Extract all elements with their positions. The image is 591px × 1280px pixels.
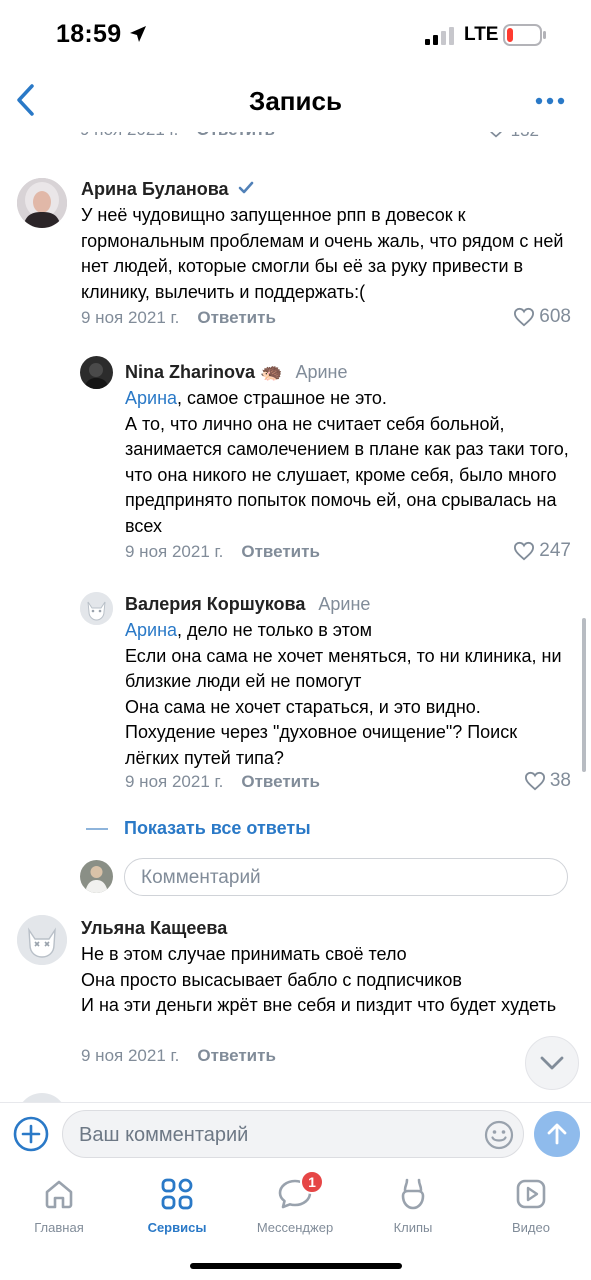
comment-text: Арина, самое страшное не это. А то, что … [125, 386, 575, 539]
tab-label: Клипы [393, 1220, 433, 1235]
comment-author[interactable]: Арина Буланова [81, 179, 254, 200]
tab-home[interactable]: Главная [0, 1172, 118, 1235]
reply-link[interactable]: Ответить [197, 1046, 276, 1065]
home-indicator [190, 1263, 402, 1269]
comment-input[interactable]: Ваш комментарий [62, 1110, 524, 1158]
comment-item: Арина Буланова У неё чудовищно запущенно… [0, 170, 591, 340]
tab-services[interactable]: Сервисы [118, 1172, 236, 1235]
unread-badge: 1 [300, 1170, 324, 1194]
comment-author[interactable]: Ульяна Кащеева [81, 918, 227, 939]
like-count: 38 [549, 770, 571, 791]
inline-comment-placeholder: Комментарий [141, 867, 261, 888]
comment-meta: 9 ноя 2021 г. Ответить [125, 542, 320, 562]
tab-label: Видео [512, 1220, 550, 1235]
verified-badge-icon [238, 181, 253, 194]
reply-to-name[interactable]: Арине [295, 362, 347, 382]
reply-link[interactable]: Ответить [241, 542, 320, 561]
scroll-down-button[interactable] [525, 1036, 579, 1090]
like-button[interactable]: 608 [513, 306, 571, 328]
home-icon [45, 1180, 73, 1209]
mention-link[interactable]: Арина [125, 388, 177, 408]
tab-video[interactable]: Видео [472, 1172, 590, 1235]
avatar[interactable] [80, 356, 113, 389]
comment-input-placeholder: Ваш комментарий [79, 1124, 249, 1146]
nav-header: Запись [0, 70, 591, 132]
comment-text: Арина, дело не только в этом Если она са… [125, 618, 575, 771]
avatar[interactable] [80, 592, 113, 625]
comment-author[interactable]: Валерия Коршукова Арине [125, 594, 370, 615]
like-count: 247 [539, 540, 571, 561]
avatar[interactable] [17, 178, 67, 228]
services-grid-icon [161, 1178, 193, 1210]
reply-item: Валерия Коршукова Арине Арина, дело не т… [0, 590, 591, 800]
status-time: 18:59 [56, 20, 122, 48]
comment-meta: 9 ноя 2021 г. Ответить [125, 772, 320, 792]
author-name: Валерия Коршукова [125, 594, 306, 614]
mention-link[interactable]: Арина [125, 620, 177, 640]
comment-body: , дело не только в этом Если она сама не… [125, 620, 562, 768]
comment-composer: Ваш комментарий [0, 1102, 591, 1164]
clips-icon [401, 1178, 425, 1210]
page-title: Запись [249, 86, 342, 116]
comment-author[interactable]: Nina Zharinova 🦔 Арине [125, 362, 348, 383]
signal-strength-icon [425, 27, 454, 45]
chevron-down-icon [540, 1056, 564, 1070]
reply-link[interactable]: Ответить [241, 772, 320, 791]
author-name: Арина Буланова [81, 179, 229, 199]
heart-icon [514, 541, 535, 561]
network-type: LTE [464, 24, 499, 45]
like-button[interactable]: 38 [524, 770, 571, 792]
more-options-icon[interactable] [535, 96, 565, 106]
tab-label: Главная [34, 1220, 84, 1235]
show-all-replies-link[interactable]: Показать все ответы [86, 818, 311, 839]
tab-messenger[interactable]: 1 Мессенджер [236, 1170, 354, 1235]
thread-line [86, 827, 108, 830]
author-name: Ульяна Кащеева [81, 918, 228, 938]
inline-comment-input[interactable]: Комментарий [124, 858, 568, 896]
tab-label: Сервисы [147, 1220, 207, 1235]
like-count: 608 [539, 306, 571, 327]
author-name: Nina Zharinova [125, 362, 256, 382]
tab-clips[interactable]: Клипы [354, 1172, 472, 1235]
add-attachment-icon[interactable] [12, 1115, 50, 1153]
comment-text: Не в этом случае принимать своё тело Она… [81, 944, 557, 1015]
comment-date: 9 ноя 2021 г. [81, 1046, 180, 1065]
comment-meta: 9 ноя 2021 г. Ответить [81, 308, 276, 328]
comment-item: Ульяна Кащеева Не в этом случае принимат… [0, 910, 591, 1080]
status-bar: 18:59 LTE [0, 0, 591, 70]
heart-icon [514, 307, 535, 327]
comment-body: , самое страшное не это. А то, что лично… [125, 388, 569, 536]
arrow-up-icon [547, 1123, 567, 1145]
tab-label: Мессенджер [256, 1220, 334, 1235]
comment-meta: 9 ноя 2021 г. Ответить [81, 1046, 276, 1066]
scroll-indicator[interactable] [582, 618, 586, 772]
location-arrow-icon [130, 26, 146, 42]
send-button[interactable] [534, 1111, 580, 1157]
reply-link[interactable]: Ответить [197, 308, 276, 327]
emoji-icon[interactable] [483, 1119, 515, 1151]
battery-low-icon [503, 24, 546, 46]
author-emoji: 🦔 [260, 362, 283, 382]
avatar[interactable] [17, 915, 67, 965]
reply-item: Nina Zharinova 🦔 Арине Арина, самое стра… [0, 356, 591, 576]
my-avatar [80, 860, 113, 893]
heart-icon [524, 771, 545, 791]
comment-text: У неё чудовищно запущенное рпп в довесок… [81, 205, 564, 302]
like-button[interactable]: 247 [513, 540, 571, 562]
video-icon [516, 1179, 546, 1209]
comment-date: 9 ноя 2021 г. [125, 772, 224, 791]
comment-date: 9 ноя 2021 г. [125, 542, 224, 561]
comment-date: 9 ноя 2021 г. [81, 308, 180, 327]
reply-to-name[interactable]: Арине [318, 594, 370, 614]
show-all-replies-label: Показать все ответы [124, 818, 311, 838]
